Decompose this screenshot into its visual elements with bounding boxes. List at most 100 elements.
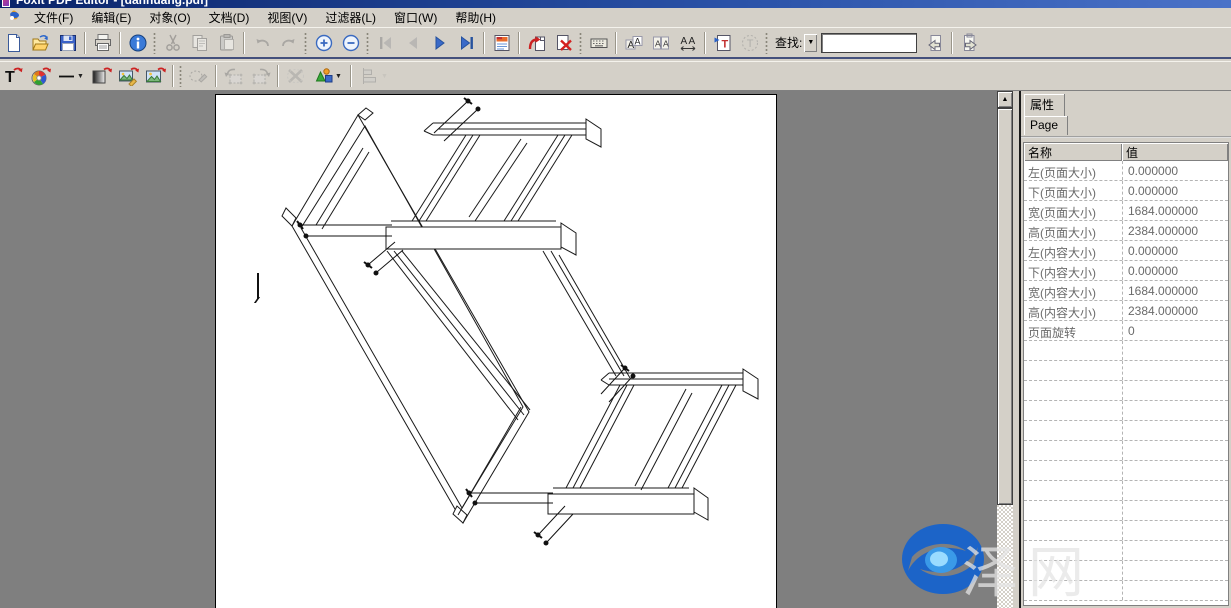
property-value[interactable]: 0.000000	[1122, 161, 1228, 180]
keyboard-icon	[589, 33, 609, 53]
property-row-empty[interactable]	[1024, 341, 1228, 361]
image-insert-tool-button[interactable]	[142, 63, 169, 89]
property-row-empty[interactable]	[1024, 581, 1228, 601]
rotate-selection-right-button[interactable]	[247, 63, 274, 89]
print-button[interactable]	[89, 30, 116, 56]
svg-text:A: A	[634, 36, 640, 46]
next-page-button[interactable]	[426, 30, 453, 56]
pdf-page[interactable]	[215, 94, 777, 608]
image-edit-tool-button[interactable]	[115, 63, 142, 89]
property-row-empty[interactable]	[1024, 561, 1228, 581]
undo-button[interactable]	[248, 30, 275, 56]
text-object-tool-button[interactable]: T	[0, 63, 27, 89]
property-row-empty[interactable]	[1024, 381, 1228, 401]
menu-file[interactable]: 文件(F)	[25, 7, 82, 28]
vertical-scrollbar[interactable]: ▲	[997, 91, 1013, 608]
delete-object-icon	[285, 66, 307, 86]
paste-button[interactable]	[213, 30, 240, 56]
document-info-button[interactable]	[124, 30, 151, 56]
property-row-empty[interactable]	[1024, 461, 1228, 481]
empty-property-rows	[1024, 341, 1228, 601]
import-rotate-page-button[interactable]	[523, 30, 550, 56]
menu-edit[interactable]: 编辑(E)	[82, 7, 140, 28]
panel-title-tab[interactable]: 属性	[1024, 94, 1065, 117]
toolbar-gripper[interactable]	[153, 32, 156, 54]
copy-button[interactable]	[186, 30, 213, 56]
menu-object[interactable]: 对象(O)	[140, 7, 199, 28]
property-value[interactable]: 1684.000000	[1122, 281, 1228, 300]
gradient-tool-button[interactable]	[88, 63, 115, 89]
align-tool-button[interactable]: ▼	[355, 63, 393, 89]
delete-object-button[interactable]	[282, 63, 309, 89]
color-wheel-tool-button[interactable]	[27, 63, 54, 89]
new-document-button[interactable]	[0, 30, 27, 56]
property-row-empty[interactable]	[1024, 361, 1228, 381]
scrollbar-up-button[interactable]: ▲	[997, 91, 1013, 108]
property-value[interactable]: 0.000000	[1122, 261, 1228, 280]
toolbar-gripper[interactable]	[366, 32, 369, 54]
zoom-in-button[interactable]	[310, 30, 337, 56]
first-page-button[interactable]	[372, 30, 399, 56]
find-next-button[interactable]	[956, 30, 983, 56]
zoom-out-button[interactable]	[337, 30, 364, 56]
menu-document[interactable]: 文档(D)	[200, 7, 259, 28]
window-title: Foxit PDF Editor - [danhuang.pdf]	[16, 0, 208, 7]
property-value[interactable]: 2384.000000	[1122, 221, 1228, 240]
previous-page-button[interactable]	[399, 30, 426, 56]
toolbar-gripper[interactable]	[304, 32, 307, 54]
property-value[interactable]: 1684.000000	[1122, 201, 1228, 220]
find-input[interactable]	[821, 33, 917, 53]
page-thumbnails-button[interactable]	[488, 30, 515, 56]
menu-help[interactable]: 帮助(H)	[446, 7, 505, 28]
object-edit-button[interactable]	[185, 63, 212, 89]
last-page-button[interactable]	[453, 30, 480, 56]
delete-page-button[interactable]	[550, 30, 577, 56]
tab-page[interactable]: Page	[1024, 116, 1068, 135]
menu-window[interactable]: 窗口(W)	[385, 7, 446, 28]
previous-page-icon	[403, 33, 423, 53]
cut-icon	[163, 33, 183, 53]
property-row-empty[interactable]	[1024, 521, 1228, 541]
line-tool-button[interactable]: ▼	[54, 63, 88, 89]
text-outline-icon: T	[740, 33, 760, 53]
property-row: 下(内容大小)0.000000	[1024, 261, 1228, 281]
property-value[interactable]: 0	[1122, 321, 1228, 340]
property-row: 左(内容大小)0.000000	[1024, 241, 1228, 261]
save-button[interactable]	[54, 30, 81, 56]
import-rotate-page-icon	[527, 33, 547, 53]
column-header-value[interactable]: 值	[1122, 143, 1228, 161]
property-row-empty[interactable]	[1024, 501, 1228, 521]
toolbar-gripper[interactable]	[179, 65, 182, 87]
menu-filter[interactable]: 过滤器(L)	[316, 7, 385, 28]
redo-button[interactable]	[275, 30, 302, 56]
property-value[interactable]: 2384.000000	[1122, 301, 1228, 320]
property-row-empty[interactable]	[1024, 481, 1228, 501]
toolbar-gripper[interactable]	[765, 32, 768, 54]
font-size-tool-button[interactable]: AA	[620, 30, 647, 56]
shapes-tool-button[interactable]: ▼	[309, 63, 347, 89]
font-pair-tool-button[interactable]: AA	[647, 30, 674, 56]
find-dropdown-button[interactable]: ▼	[804, 34, 817, 52]
property-row-empty[interactable]	[1024, 401, 1228, 421]
insert-text-button[interactable]: T	[709, 30, 736, 56]
rotate-selection-left-button[interactable]	[220, 63, 247, 89]
toolbar-gripper[interactable]	[579, 32, 582, 54]
keyboard-button[interactable]	[585, 30, 612, 56]
property-row-empty[interactable]	[1024, 441, 1228, 461]
line-tool-icon	[58, 66, 76, 86]
open-button[interactable]	[27, 30, 54, 56]
font-width-tool-button[interactable]: AA	[674, 30, 701, 56]
property-row: 页面旋转0	[1024, 321, 1228, 341]
property-value[interactable]: 0.000000	[1122, 181, 1228, 200]
document-canvas[interactable]	[0, 91, 997, 608]
text-outline-button[interactable]: T	[736, 30, 763, 56]
scrollbar-thumb[interactable]	[997, 108, 1013, 505]
column-header-name[interactable]: 名称	[1024, 143, 1122, 161]
property-row-empty[interactable]	[1024, 541, 1228, 561]
cut-button[interactable]	[159, 30, 186, 56]
find-previous-button[interactable]	[921, 30, 948, 56]
property-value[interactable]: 0.000000	[1122, 241, 1228, 260]
menu-view[interactable]: 视图(V)	[258, 7, 316, 28]
property-row-empty[interactable]	[1024, 421, 1228, 441]
property-row: 左(页面大小)0.000000	[1024, 161, 1228, 181]
